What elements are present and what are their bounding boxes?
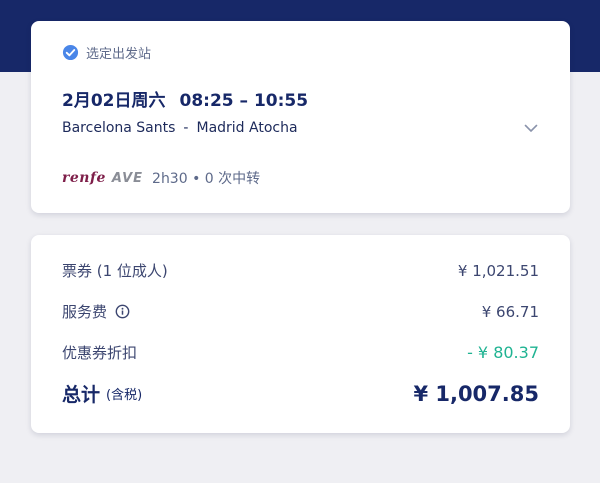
check-circle-icon [62,44,79,61]
info-icon[interactable] [115,304,130,319]
service-fee-row: 服务费 ¥ 66.71 [62,301,539,322]
route-separator: - [183,120,189,136]
discount-value: - ¥ 80.37 [467,343,539,362]
ticket-value: ¥ 1,021.51 [457,261,539,280]
trip-summary-card[interactable]: 选定出发站 2月02日周六 08:25 – 10:55 Barcelona San… [31,21,570,213]
total-value: ¥ 1,007.85 [413,381,539,406]
trip-route: Barcelona Sants - Madrid Atocha [62,120,298,136]
service-fee-label: 服务费 [62,303,108,321]
ticket-label: 票券 (1 位成人) [62,262,168,280]
selected-departure-row: 选定出发站 [62,43,151,62]
total-row: 总计 (含税) ¥ 1,007.85 [62,380,539,407]
carrier-info-row: renfe AVE 2h30 • 0 次中转 [62,168,260,188]
ticket-price-row: 票券 (1 位成人) ¥ 1,021.51 [62,260,539,281]
service-fee-value: ¥ 66.71 [481,302,539,321]
total-label: 总计 [62,384,101,406]
service-fee-label-group: 服务费 [62,301,130,322]
ave-logo: AVE [111,170,144,186]
trip-date-time: 2月02日周六 08:25 – 10:55 [62,86,308,111]
tax-included-note: (含税) [106,388,143,403]
total-label-group: 总计 (含税) [62,380,142,407]
price-breakdown-card: 票券 (1 位成人) ¥ 1,021.51 服务费 ¥ 66.71 优惠券折扣 … [31,235,570,433]
duration-transfers: 2h30 • 0 次中转 [152,171,261,187]
trip-time-range: 08:25 – 10:55 [179,91,309,111]
chevron-down-icon[interactable] [523,120,539,136]
renfe-logo: renfe [62,170,106,186]
discount-label: 优惠券折扣 [62,344,138,362]
destination-station: Madrid Atocha [196,120,298,136]
selected-departure-label: 选定出发站 [86,47,152,62]
trip-date: 2月02日周六 [62,91,166,111]
origin-station: Barcelona Sants [62,120,176,136]
discount-row: 优惠券折扣 - ¥ 80.37 [62,342,539,363]
